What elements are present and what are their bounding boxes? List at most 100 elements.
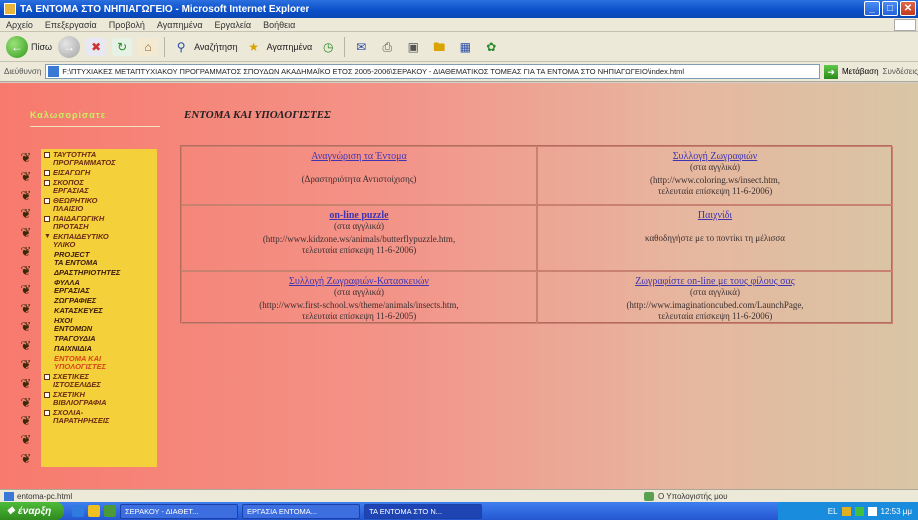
address-input[interactable]: F:\ΠΤΥΧΙΑΚΕΣ ΜΕΤΑΠΤΥΧΙΑΚΟΥ ΠΡΟΓΡΑΜΜΑΤΟΣ … [45, 64, 821, 79]
sidebar-item[interactable]: ▼ ΕΚΠΑΙΔΕΥΤΙΚΟ ΥΛΙΚΟ [44, 233, 154, 249]
link-title[interactable]: Ζωγραφίστε on-line με τους φίλους σας [635, 276, 795, 287]
links-label[interactable]: Συνδέσεις [883, 67, 918, 76]
page-icon [4, 491, 14, 501]
sidebar-item[interactable]: PROJECT ΤΑ ΕΝΤΟΜΑ [44, 251, 154, 267]
butterfly-icon: ❦ [20, 300, 32, 316]
tray-icon[interactable] [854, 506, 864, 516]
link-title[interactable]: Συλλογή Ζωγραφιών-Κατασκευών [289, 276, 429, 287]
forward-button[interactable]: → [58, 35, 81, 58]
sidebar-item[interactable]: ΤΑΥΤΟΤΗΤΑ ΠΡΟΓΡΑΜΜΑΤΟΣ [44, 151, 154, 167]
page-icon [48, 66, 60, 77]
link-description: (http://www.coloring.ws/insect.htm, τελε… [650, 175, 780, 196]
zone-text: Ο Υπολογιστής μου [658, 491, 728, 501]
history-icon[interactable]: ◷ [318, 38, 338, 56]
link-note: (στα αγγλικά) [690, 287, 740, 297]
print-icon[interactable]: ⎙ [377, 38, 397, 56]
address-label: Διεύθυνση [4, 67, 42, 76]
menu-file[interactable]: Αρχείο [6, 20, 33, 30]
sidebar-item[interactable]: ΖΩΓΡΑΦΙΕΣ [44, 297, 154, 305]
butterfly-icon: ❦ [20, 206, 32, 222]
minimize-button[interactable]: _ [864, 1, 880, 16]
expand-triangle-icon: ▼ [44, 233, 51, 240]
favorites-button[interactable]: ★ Αγαπημένα [244, 38, 313, 56]
messenger-icon[interactable]: ▦ [455, 38, 475, 56]
sidebar-item[interactable]: ΗΧΟΙ ΕΝΤΟΜΩΝ [44, 317, 154, 333]
close-button[interactable]: ✕ [900, 1, 916, 16]
taskbar-item-active[interactable]: ΤΑ ΕΝΤΟΜΑ ΣΤΟ Ν... [364, 503, 482, 519]
link-title[interactable]: Αναγνώριση τα Έντομα [311, 151, 406, 162]
link-note: (στα αγγλικά) [334, 287, 384, 297]
back-button[interactable]: ← Πίσω [6, 35, 53, 58]
desktop-quicklaunch-icon[interactable] [104, 505, 116, 517]
link-title[interactable]: Συλλογή Ζωγραφιών [673, 151, 758, 162]
search-button[interactable]: ⚲ Αναζήτηση [171, 38, 238, 56]
sidebar-item-label: ΗΧΟΙ ΕΝΤΟΜΩΝ [54, 316, 93, 333]
folder-icon[interactable]: 🖿 [429, 38, 449, 56]
ie-quicklaunch-icon[interactable] [72, 505, 84, 517]
sidebar-item[interactable]: ΦΥΛΛΑ ΕΡΓΑΣΙΑΣ [44, 279, 154, 295]
sidebar-item-label: ΣΧΕΤΙΚΕΣ ΙΣΤΟΣΕΛΙΔΕΣ [53, 372, 101, 389]
sidebar-item-label: ΠΑΙΔΑΓΩΓΙΚΗ ΠΡΟΤΑΣΗ [53, 214, 105, 231]
windows-flag-icon: ❖ [6, 505, 15, 517]
sidebar-item[interactable]: ΣΧΕΤΙΚΕΣ ΙΣΤΟΣΕΛΙΔΕΣ [44, 373, 154, 389]
taskbar: ❖ έναρξη ΣΕΡΑΚΟΥ - ΔΙΑΘΕΤ... ΕΡΓΑΣΙΑ ΕΝΤ… [0, 502, 918, 520]
sidebar-item[interactable]: ΔΡΑΣΤΗΡΙΟΤΗΤΕΣ [44, 269, 154, 277]
home-icon[interactable]: ⌂ [138, 37, 159, 56]
sidebar-item[interactable]: ΤΡΑΓΟΥΔΙΑ [44, 335, 154, 343]
go-label[interactable]: Μετάβαση [842, 67, 879, 76]
sidebar-item[interactable]: ΣΚΟΠΟΣ ΕΡΓΑΣΙΑΣ [44, 179, 154, 195]
menu-bar: Αρχείο Επεξεργασία Προβολή Αγαπημένα Εργ… [0, 18, 918, 32]
sidebar-item[interactable]: ΣΧΟΛΙΑ- ΠΑΡΑΤΗΡΗΣΕΙΣ [44, 409, 154, 425]
link-description: (http://www.imaginationcubed.com/LaunchP… [626, 300, 804, 321]
sidebar-item[interactable]: ΕΙΣΑΓΩΓΗ [44, 169, 154, 177]
sidebar-item[interactable]: ΠΑΙΧΝΙΔΙΑ [44, 345, 154, 353]
back-label: Πίσω [31, 41, 53, 52]
star-icon: ★ [248, 39, 259, 54]
link-cell: Συλλογή Ζωγραφιών-Κατασκευών (στα αγγλικά… [181, 271, 537, 324]
link-cell: Συλλογή Ζωγραφιών (στα αγγλικά) (http://ww… [537, 146, 893, 205]
tray-icon[interactable] [841, 506, 851, 516]
favorites-label: Αγαπημένα [266, 41, 313, 52]
sidebar-item[interactable]: ΣΧΕΤΙΚΗ ΒΙΒΛΙΟΓΡΑΦΙΑ [44, 391, 154, 407]
link-title[interactable]: Παιχνίδι [698, 210, 732, 221]
sidebar-item[interactable]: ΠΑΙΔΑΓΩΓΙΚΗ ΠΡΟΤΑΣΗ [44, 215, 154, 231]
menu-view[interactable]: Προβολή [109, 20, 145, 30]
sidebar-item[interactable]: ΚΑΤΑΣΚΕΥΕΣ [44, 307, 154, 315]
menu-help[interactable]: Βοήθεια [263, 20, 295, 30]
window-titlebar[interactable]: ΤΑ ΕΝΤΟΜΑ ΣΤΟ ΝΗΠΙΑΓΩΓΕΙΟ - Microsoft In… [0, 0, 918, 18]
start-button[interactable]: ❖ έναρξη [0, 502, 64, 520]
checkbox-bullet-icon [44, 392, 50, 398]
mail-icon[interactable]: ✉ [351, 38, 371, 56]
taskbar-item[interactable]: ΕΡΓΑΣΙΑ ΕΝΤΟΜΑ... [242, 503, 360, 519]
research-icon[interactable]: ✿ [481, 38, 501, 56]
window-controls: _ □ ✕ [864, 1, 916, 16]
sidebar-item[interactable]: ΕΝΤΟΜΑ ΚΑΙ ΥΠΟΛΟΓΙΣΤΕΣ [44, 355, 154, 371]
folder-quicklaunch-icon[interactable] [88, 505, 100, 517]
stop-icon[interactable]: ✖ [86, 37, 107, 56]
menu-edit[interactable]: Επεξεργασία [45, 20, 97, 30]
window-title: ΤΑ ΕΝΤΟΜΑ ΣΤΟ ΝΗΠΙΑΓΩΓΕΙΟ - Microsoft In… [20, 3, 310, 15]
language-indicator[interactable]: EL [828, 507, 838, 516]
quick-launch [72, 505, 116, 517]
butterfly-icon: ❦ [20, 187, 32, 203]
menu-tools[interactable]: Εργαλεία [215, 20, 252, 30]
go-arrow-icon[interactable]: ➜ [824, 64, 838, 79]
sidebar-item-label: ΤΑΥΤΟΤΗΤΑ ΠΡΟΓΡΑΜΜΑΤΟΣ [53, 150, 116, 167]
toolbar: ← Πίσω → ✖ ↻ ⌂ ⚲ Αναζήτηση ★ Αγαπημένα ◷… [0, 32, 918, 62]
edit-icon[interactable]: ▣ [403, 38, 423, 56]
sidebar: ❦ ❦ ❦ ❦ ❦ ❦ ❦ ❦ ❦ ❦ ❦ ❦ ❦ ❦ ❦ ❦ ❦ ΤΑΥΤΟΤ… [17, 149, 157, 467]
butterfly-column: ❦ ❦ ❦ ❦ ❦ ❦ ❦ ❦ ❦ ❦ ❦ ❦ ❦ ❦ ❦ ❦ ❦ [17, 149, 35, 467]
sidebar-item[interactable]: ΘΕΩΡΗΤΙΚΟ ΠΛΑΙΣΙΟ [44, 197, 154, 213]
sidebar-item-label: ΔΡΑΣΤΗΡΙΟΤΗΤΕΣ [54, 268, 121, 277]
sidebar-item-label: ΣΧΟΛΙΑ- ΠΑΡΑΤΗΡΗΣΕΙΣ [53, 408, 110, 425]
refresh-icon[interactable]: ↻ [112, 37, 133, 56]
link-title[interactable]: on-line puzzle [329, 210, 388, 221]
tray-icon[interactable] [867, 506, 877, 516]
checkbox-bullet-icon [44, 198, 50, 204]
maximize-button[interactable]: □ [882, 1, 898, 16]
taskbar-item[interactable]: ΣΕΡΑΚΟΥ - ΔΙΑΘΕΤ... [120, 503, 238, 519]
system-tray: EL 12:53 μμ [778, 502, 918, 520]
link-description: (http://www.kidzone.ws/animals/butterfly… [262, 234, 456, 255]
page-content: Καλωσορίσατε ΕΝΤΟΜΑ ΚΑΙ ΥΠΟΛΟΓΙΣΤΕΣ ❦ ❦ … [0, 83, 918, 489]
menu-favorites[interactable]: Αγαπημένα [157, 20, 203, 30]
